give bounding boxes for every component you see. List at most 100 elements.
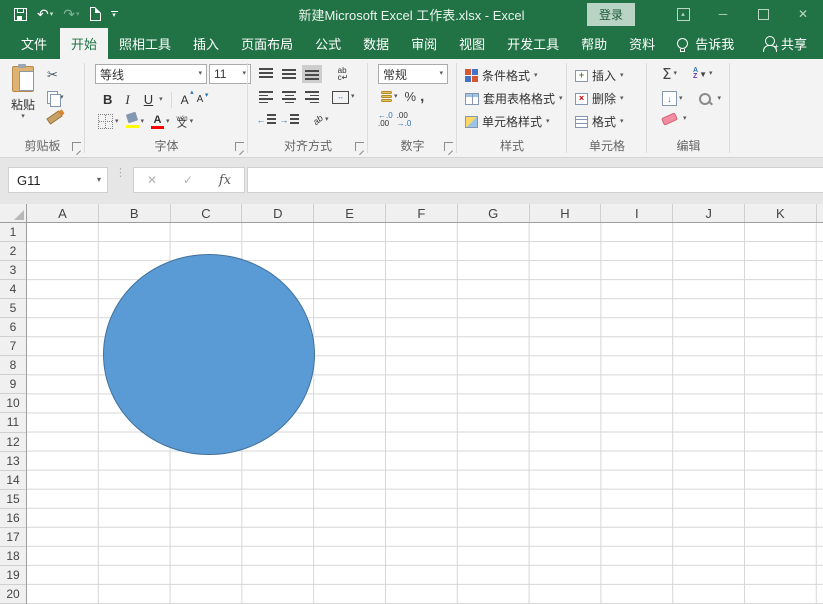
number-dialog-launcher-icon[interactable] bbox=[444, 142, 453, 151]
formula-bar-resizer[interactable]: ⋮ bbox=[115, 170, 123, 177]
italic-button[interactable]: I bbox=[119, 91, 135, 109]
align-top-button[interactable] bbox=[256, 65, 276, 83]
format-as-table-button[interactable]: 套用表格格式▾ bbox=[465, 90, 563, 107]
tab-developer[interactable]: 开发工具 bbox=[496, 28, 570, 59]
orientation-button[interactable]: ab▾ bbox=[310, 113, 332, 127]
save-icon[interactable] bbox=[14, 6, 27, 22]
clear-button[interactable]: ▾ bbox=[659, 113, 690, 125]
column-header-G[interactable]: G bbox=[458, 204, 530, 222]
font-size-combo[interactable]: 11▾ bbox=[209, 64, 251, 84]
row-header-19[interactable]: 19 bbox=[0, 566, 26, 585]
tab-home[interactable]: 开始 bbox=[60, 28, 108, 59]
accounting-format-button[interactable]: ▾ bbox=[378, 89, 401, 104]
fill-button[interactable]: ↓▾ bbox=[659, 89, 686, 108]
grow-font-button[interactable]: A bbox=[177, 92, 193, 108]
cell-styles-button[interactable]: 单元格样式▾ bbox=[465, 113, 550, 130]
copy-button[interactable]: ▾ bbox=[44, 89, 67, 106]
alignment-dialog-launcher-icon[interactable] bbox=[355, 142, 364, 151]
row-header-11[interactable]: 11 bbox=[0, 413, 26, 432]
row-header-1[interactable]: 1 bbox=[0, 223, 26, 242]
tab-material[interactable]: 资料 bbox=[618, 28, 666, 59]
row-header-14[interactable]: 14 bbox=[0, 471, 26, 490]
percent-style-button[interactable]: % bbox=[405, 89, 417, 104]
column-header-C[interactable]: C bbox=[171, 204, 243, 222]
conditional-formatting-button[interactable]: 条件格式▾ bbox=[465, 67, 538, 84]
comma-style-button[interactable]: , bbox=[420, 92, 424, 102]
font-color-button[interactable]: A ▾ bbox=[148, 113, 173, 131]
tab-insert[interactable]: 插入 bbox=[182, 28, 230, 59]
row-header-17[interactable]: 17 bbox=[0, 528, 26, 547]
row-header-10[interactable]: 10 bbox=[0, 394, 26, 413]
ribbon-display-options-icon[interactable]: ▴ bbox=[663, 0, 703, 28]
tab-file[interactable]: 文件 bbox=[8, 28, 60, 59]
column-header-F[interactable]: F bbox=[386, 204, 458, 222]
merge-center-button[interactable]: ↔▾ bbox=[329, 89, 358, 106]
tell-me-box[interactable]: 告诉我 bbox=[666, 28, 745, 59]
tab-camera-tools[interactable]: 照相工具 bbox=[108, 28, 182, 59]
share-button[interactable]: 共享 bbox=[749, 28, 823, 59]
align-right-button[interactable] bbox=[302, 88, 322, 106]
font-dialog-launcher-icon[interactable] bbox=[235, 142, 244, 151]
enter-icon[interactable]: ✓ bbox=[183, 173, 193, 187]
underline-button[interactable]: U▾ bbox=[137, 89, 166, 110]
clipboard-dialog-launcher-icon[interactable] bbox=[72, 142, 81, 151]
row-header-2[interactable]: 2 bbox=[0, 242, 26, 261]
decrease-indent-button[interactable]: ← bbox=[256, 111, 276, 129]
row-header-6[interactable]: 6 bbox=[0, 318, 26, 337]
name-box-dropdown-icon[interactable]: ▾ bbox=[97, 176, 101, 184]
align-middle-button[interactable] bbox=[279, 65, 299, 83]
column-header-H[interactable]: H bbox=[530, 204, 602, 222]
row-header-18[interactable]: 18 bbox=[0, 547, 26, 566]
decrease-decimal-button[interactable]: .00→.0 bbox=[397, 112, 412, 128]
tab-data[interactable]: 数据 bbox=[352, 28, 400, 59]
select-all-corner[interactable] bbox=[0, 204, 27, 223]
increase-indent-button[interactable]: → bbox=[279, 111, 299, 129]
align-left-button[interactable] bbox=[256, 88, 276, 106]
row-header-5[interactable]: 5 bbox=[0, 299, 26, 318]
find-select-button[interactable]: ▾ bbox=[696, 91, 725, 107]
column-header-K[interactable]: K bbox=[745, 204, 817, 222]
row-header-9[interactable]: 9 bbox=[0, 375, 26, 394]
format-cells-button[interactable]: 格式▾ bbox=[575, 113, 624, 130]
row-header-4[interactable]: 4 bbox=[0, 280, 26, 299]
undo-icon[interactable]: ↶▾ bbox=[37, 6, 53, 22]
insert-cells-button[interactable]: + 插入▾ bbox=[575, 67, 624, 84]
tab-formulas[interactable]: 公式 bbox=[304, 28, 352, 59]
font-name-combo[interactable]: 等线▾ bbox=[95, 64, 207, 84]
borders-button[interactable]: ▾ bbox=[95, 112, 122, 131]
row-header-16[interactable]: 16 bbox=[0, 509, 26, 528]
sign-in-button[interactable]: 登录 bbox=[587, 3, 635, 26]
customize-qat-icon[interactable]: ▾ bbox=[111, 6, 118, 22]
delete-cells-button[interactable]: × 删除▾ bbox=[575, 90, 624, 107]
increase-decimal-button[interactable]: ←.0.00 bbox=[378, 112, 393, 128]
phonetic-guide-button[interactable]: wén文 ▾ bbox=[174, 114, 197, 130]
name-box[interactable]: G11 ▾ bbox=[8, 167, 108, 193]
row-header-13[interactable]: 13 bbox=[0, 452, 26, 471]
cut-button[interactable]: ✂ bbox=[44, 67, 67, 83]
autosum-button[interactable]: Σ▾ bbox=[659, 65, 680, 83]
row-header-20[interactable]: 20 bbox=[0, 585, 26, 604]
oval-shape[interactable] bbox=[103, 254, 315, 455]
close-icon[interactable]: ✕ bbox=[783, 0, 823, 28]
row-header-8[interactable]: 8 bbox=[0, 356, 26, 375]
column-header-B[interactable]: B bbox=[99, 204, 171, 222]
column-header-D[interactable]: D bbox=[242, 204, 314, 222]
column-header-I[interactable]: I bbox=[601, 204, 673, 222]
paste-button[interactable]: 粘贴 ▾ bbox=[6, 64, 40, 136]
number-format-combo[interactable]: 常规▾ bbox=[378, 64, 448, 84]
row-header-3[interactable]: 3 bbox=[0, 261, 26, 280]
row-header-15[interactable]: 15 bbox=[0, 490, 26, 509]
row-header-7[interactable]: 7 bbox=[0, 337, 26, 356]
formula-input[interactable] bbox=[247, 167, 823, 193]
paste-dropdown-arrow[interactable]: ▾ bbox=[21, 113, 25, 121]
tab-page-layout[interactable]: 页面布局 bbox=[230, 28, 304, 59]
column-header-J[interactable]: J bbox=[673, 204, 745, 222]
maximize-icon[interactable] bbox=[743, 0, 783, 28]
align-center-button[interactable] bbox=[279, 88, 299, 106]
insert-function-icon[interactable]: fx bbox=[219, 173, 231, 188]
tab-view[interactable]: 视图 bbox=[448, 28, 496, 59]
redo-icon[interactable]: ↷▾ bbox=[63, 6, 79, 22]
column-header-A[interactable]: A bbox=[27, 204, 99, 222]
bold-button[interactable]: B bbox=[97, 91, 118, 108]
format-painter-button[interactable] bbox=[44, 112, 67, 123]
